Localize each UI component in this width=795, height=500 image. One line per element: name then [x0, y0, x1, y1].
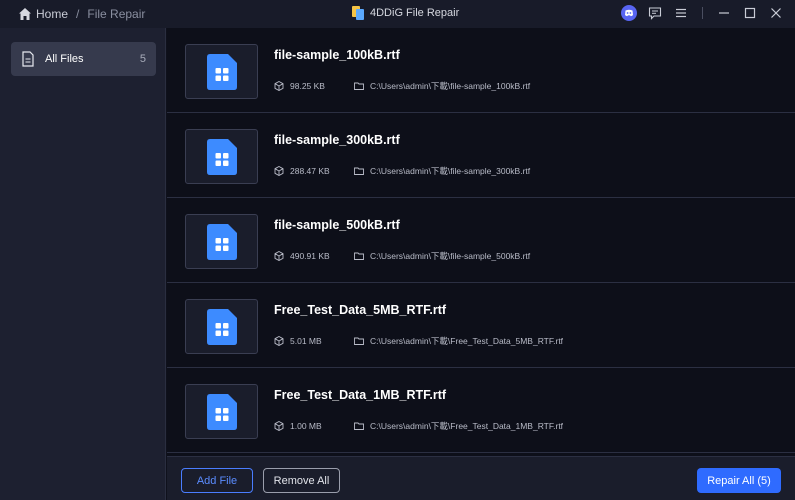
breadcrumb-separator: /	[76, 7, 80, 21]
breadcrumb-current: File Repair	[87, 7, 146, 21]
app-logo-icon	[352, 6, 364, 20]
document-icon	[206, 308, 237, 345]
file-thumbnail	[185, 214, 258, 269]
file-size: 5.01 MB	[290, 336, 322, 346]
folder-icon	[354, 252, 364, 260]
action-bar: Add File Remove All Repair All (5)	[167, 456, 795, 500]
file-path: C:\Users\admin\下載\file-sample_100kB.rtf	[370, 81, 531, 91]
menu-icon[interactable]	[672, 4, 690, 22]
folder-icon	[354, 422, 364, 430]
sidebar-item-count: 5	[139, 53, 146, 65]
folder-icon	[354, 167, 364, 175]
size-icon	[274, 336, 284, 346]
file-size: 98.25 KB	[290, 81, 325, 91]
list-item[interactable]: Free_Test_Data_5MB_RTF.rtf 5.01 MB C:\Us…	[167, 283, 795, 368]
folder-icon	[354, 337, 364, 345]
sidebar: All Files 5	[0, 28, 166, 500]
file-path: C:\Users\admin\下載\Free_Test_Data_5MB_RTF…	[370, 336, 564, 346]
file-path: C:\Users\admin\下載\file-sample_500kB.rtf	[370, 251, 531, 261]
file-thumbnail	[185, 384, 258, 439]
file-size: 1.00 MB	[290, 421, 322, 431]
add-file-button[interactable]: Add File	[181, 468, 253, 493]
file-meta: 98.25 KB C:\Users\admin\下載\file-sample_1…	[274, 80, 530, 92]
close-icon[interactable]	[767, 4, 785, 22]
window-controls	[620, 4, 785, 22]
file-path: C:\Users\admin\下載\Free_Test_Data_1MB_RTF…	[370, 421, 564, 431]
file-list: file-sample_100kB.rtf 98.25 KB C:\Users\…	[167, 28, 795, 456]
feedback-icon[interactable]	[646, 4, 664, 22]
file-size: 490.91 KB	[290, 251, 330, 261]
file-meta: 5.01 MB C:\Users\admin\下載\Free_Test_Data…	[274, 335, 563, 347]
file-meta: 1.00 MB C:\Users\admin\下載\Free_Test_Data…	[274, 420, 563, 432]
document-icon	[206, 223, 237, 260]
file-size: 288.47 KB	[290, 166, 330, 176]
repair-all-button[interactable]: Repair All (5)	[697, 468, 781, 493]
breadcrumb-home[interactable]: Home	[36, 7, 68, 21]
file-thumbnail	[185, 44, 258, 99]
discord-icon[interactable]	[620, 4, 638, 22]
file-meta: 288.47 KB C:\Users\admin\下載\file-sample_…	[274, 165, 530, 177]
controls-divider	[702, 7, 703, 19]
remove-all-button[interactable]: Remove All	[263, 468, 340, 493]
file-meta: 490.91 KB C:\Users\admin\下載\file-sample_…	[274, 250, 530, 262]
document-icon	[206, 53, 237, 90]
file-thumbnail	[185, 129, 258, 184]
home-icon[interactable]	[18, 7, 32, 21]
size-icon	[274, 81, 284, 91]
file-name: file-sample_500kB.rtf	[274, 218, 400, 232]
minimize-icon[interactable]	[715, 4, 733, 22]
file-path: C:\Users\admin\下載\file-sample_300kB.rtf	[370, 166, 531, 176]
file-thumbnail	[185, 299, 258, 354]
size-icon	[274, 251, 284, 261]
maximize-icon[interactable]	[741, 4, 759, 22]
size-icon	[274, 166, 284, 176]
document-icon	[206, 138, 237, 175]
file-name: file-sample_300kB.rtf	[274, 133, 400, 147]
list-item[interactable]: Free_Test_Data_1MB_RTF.rtf 1.00 MB C:\Us…	[167, 368, 795, 453]
document-icon	[206, 393, 237, 430]
list-item[interactable]: file-sample_100kB.rtf 98.25 KB C:\Users\…	[167, 28, 795, 113]
app-title-text: 4DDiG File Repair	[370, 7, 460, 19]
sidebar-item-label: All Files	[45, 53, 84, 65]
breadcrumb: Home / File Repair	[0, 7, 145, 21]
list-item[interactable]: file-sample_300kB.rtf 288.47 KB C:\Users…	[167, 113, 795, 198]
sidebar-item-all-files[interactable]: All Files 5	[11, 42, 156, 76]
file-name: Free_Test_Data_5MB_RTF.rtf	[274, 303, 447, 317]
title-bar: Home / File Repair 4DDiG File Repair	[0, 0, 795, 28]
app-title: 4DDiG File Repair	[352, 6, 459, 20]
size-icon	[274, 421, 284, 431]
file-name: file-sample_100kB.rtf	[274, 48, 400, 62]
list-item[interactable]: file-sample_500kB.rtf 490.91 KB C:\Users…	[167, 198, 795, 283]
folder-icon	[354, 82, 364, 90]
file-name: Free_Test_Data_1MB_RTF.rtf	[274, 388, 447, 402]
file-icon	[22, 51, 34, 67]
